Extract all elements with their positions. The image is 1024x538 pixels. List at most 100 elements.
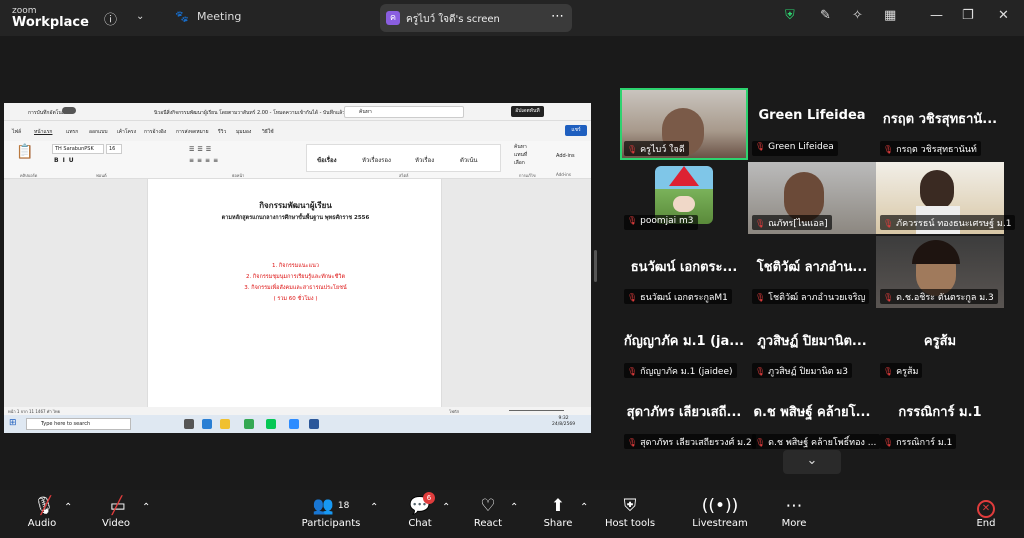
menu-tab-mailings[interactable]: การส่งจดหมาย	[176, 128, 209, 136]
explorer-icon[interactable]	[220, 419, 230, 429]
style-emphasis[interactable]: ตัวเน้น	[460, 155, 478, 165]
audio-button[interactable]: 🎙╱ Audio	[22, 494, 62, 534]
meeting-label[interactable]: Meeting	[197, 10, 241, 23]
participant-label: 🎙 ภัควรรธน์ ทองธนะเศรษฐ์ ม.1	[880, 215, 1016, 230]
menu-tab-review[interactable]: รีวิว	[218, 128, 226, 136]
view-layout-icon[interactable]: ▦	[884, 8, 896, 23]
doc-item-4: ( รวม 60 ชั่วโมง )	[273, 296, 318, 302]
word-app-icon[interactable]	[309, 419, 319, 429]
participant-display-name: โชติวัฒ์ ลาภอำน...	[756, 260, 868, 275]
close-icon[interactable]: ✕	[998, 8, 1009, 23]
line-icon[interactable]	[266, 419, 276, 429]
participant-name: ภัควรรธน์ ทองธนะเศรษฐ์ ม.1	[896, 219, 1012, 229]
chrome-icon[interactable]	[244, 419, 254, 429]
participant-name: โชติวัฒ์ ลาภอำนวยเจริญ	[768, 293, 866, 303]
participant-name: กรรณิการ์ ม.1	[896, 438, 953, 448]
paw-icon: 🐾	[175, 10, 189, 23]
select-button[interactable]: เลือก	[514, 159, 527, 167]
react-button[interactable]: ♡ React	[472, 494, 504, 534]
menu-tab-layout[interactable]: เค้าโครง	[117, 128, 136, 136]
heart-icon: ♡	[480, 496, 496, 516]
menu-tab-insert[interactable]: แทรก	[66, 128, 78, 136]
font-name-select[interactable]: TH SarabunPSK	[52, 144, 104, 154]
style-gallery[interactable]: ข้อเรื่อง หัวเรื่องรอง หัวเรื่อง ตัวเน้น	[306, 144, 501, 172]
ribbon-label-font: ฟอนต์	[96, 173, 107, 178]
word-search-box[interactable]: ค้นหา	[344, 106, 464, 118]
zoom-app-icon[interactable]	[289, 419, 299, 429]
style-heading[interactable]: หัวเรื่อง	[415, 155, 434, 165]
share-button[interactable]: ⬆ Share	[542, 494, 574, 534]
participants-options-caret[interactable]: ⌃	[370, 502, 378, 538]
security-shield-icon[interactable]: ⛨	[785, 8, 795, 23]
addins-button[interactable]: Add-ins	[556, 153, 575, 159]
doc-subheading: ตามหลักสูตรแกนกลางการศึกษาขั้นพื้นฐาน พุ…	[221, 215, 370, 221]
host-tools-button[interactable]: ⛨ Host tools	[602, 494, 658, 534]
zoom-slider[interactable]	[509, 410, 564, 411]
participant-tile[interactable]: กรรณิการ์ ม.1 🎙 กรรณิการ์ ม.1	[876, 381, 1004, 469]
end-button[interactable]: ✕ End	[970, 494, 1002, 534]
word-search-placeholder: ค้นหา	[359, 109, 372, 115]
react-label: React	[473, 518, 503, 529]
participant-name: ด.ช.อชิระ ตันตระกูล ม.3	[896, 293, 994, 303]
document-area: กิจกรรมพัฒนาผู้เรียน ตามหลักสูตรแกนกลางก…	[4, 179, 591, 407]
share-tab[interactable]: ค ครูไบว์ ใจดี's screen ⋯	[380, 4, 572, 32]
participants-button[interactable]: 👥 18 Participants	[300, 494, 362, 534]
autosave-toggle[interactable]	[62, 107, 76, 114]
menu-tab-home[interactable]: หน้าแรก	[34, 128, 52, 136]
restore-icon[interactable]: ❐	[962, 8, 974, 23]
status-focus[interactable]: โฟกัส	[449, 408, 459, 415]
annotate-icon[interactable]: ✎	[820, 8, 831, 23]
paste-icon[interactable]: 📋	[16, 144, 36, 168]
split-handle[interactable]	[594, 250, 597, 282]
menu-tab-help[interactable]: วิธีใช้	[262, 128, 274, 136]
livestream-button[interactable]: ((•)) Livestream	[692, 494, 748, 534]
video-options-caret[interactable]: ⌃	[142, 502, 150, 538]
menu-tab-view[interactable]: มุมมอง	[236, 128, 251, 136]
muted-mic-icon: 🎙	[627, 438, 638, 447]
livestream-label: Livestream	[692, 518, 748, 529]
menu-tab-file[interactable]: ไฟล์	[12, 128, 21, 136]
font-size-select[interactable]: 16	[106, 144, 122, 154]
find-button[interactable]: ค้นหา	[514, 143, 527, 151]
participant-label: 🎙 ด.ช พสิษฐ์ คล้ายโพธิ์ทอง ...	[752, 434, 881, 449]
document-page[interactable]: กิจกรรมพัฒนาผู้เรียน ตามหลักสูตรแกนกลางก…	[147, 179, 442, 407]
gallery-next-page-button[interactable]: ⌄	[783, 450, 841, 474]
taskbar-clock[interactable]: 9:32 24/8/2569	[552, 416, 575, 428]
participant-display-name: ธนวัฒน์ เอกตระ...	[630, 260, 738, 275]
taskbar-search[interactable]: Type here to search	[26, 418, 131, 430]
minimize-icon[interactable]: —	[930, 8, 943, 23]
style-title[interactable]: ข้อเรื่อง	[317, 155, 337, 165]
update-button[interactable]: อัปเดตทันที	[511, 106, 544, 117]
video-button[interactable]: ▭╱ Video	[96, 494, 136, 534]
more-button[interactable]: ⋯ More	[776, 494, 812, 534]
audio-options-caret[interactable]: ⌃	[64, 502, 72, 538]
windows-start-icon[interactable]: ⊞	[9, 418, 17, 428]
format-buttons[interactable]: BIU	[54, 157, 78, 164]
taskview-icon[interactable]	[184, 419, 194, 429]
word-ribbon: 📋 TH SarabunPSK 16 BIU ☰☰☰ ≡≡≡≡ ข้อเรื่อ…	[4, 141, 591, 179]
participant-tile[interactable]: สุดาภัทร เลียวเสถี... 🎙 สุดาภัทร เลียวเสถ…	[620, 381, 756, 469]
word-share-button[interactable]: แชร์	[565, 125, 587, 136]
style-subtitle[interactable]: หัวเรื่องรอง	[362, 155, 391, 165]
react-options-caret[interactable]: ⌃	[510, 502, 518, 538]
list-buttons-icon[interactable]: ☰☰☰	[189, 146, 214, 153]
doc-item-1: 1. กิจกรรมแนะแนว	[271, 263, 320, 269]
word-menu-bar: ไฟล์ หน้าแรก แทรก ออกแบบ เค้าโครง การอ้า…	[4, 121, 591, 141]
more-options-icon[interactable]: ⋯	[551, 9, 564, 24]
muted-mic-icon: 🎙	[755, 293, 766, 302]
end-meeting-icon: ✕	[970, 494, 1002, 518]
menu-tab-references[interactable]: การอ้างอิง	[144, 128, 166, 136]
align-buttons-icon[interactable]: ≡≡≡≡	[189, 157, 221, 164]
share-options-caret[interactable]: ⌃	[580, 502, 588, 538]
chevron-down-icon[interactable]: ⌄	[136, 11, 144, 22]
ribbon-label-editing: การแก้ไข	[519, 173, 536, 178]
menu-tab-design[interactable]: ออกแบบ	[89, 128, 108, 136]
info-icon[interactable]: ⓘ	[104, 9, 117, 28]
ai-sparkle-icon[interactable]: ✧	[852, 8, 863, 23]
participant-label: 🎙 ณภัทร[ไนแอล]	[752, 215, 832, 230]
chat-options-caret[interactable]: ⌃	[442, 502, 450, 538]
edge-icon[interactable]	[202, 419, 212, 429]
replace-button[interactable]: แทนที่	[514, 151, 527, 159]
chat-button[interactable]: 💬 6 Chat	[404, 492, 436, 534]
title-bar: zoom Workplace ⓘ ⌄ 🐾 Meeting ค ครูไบว์ ใ…	[0, 0, 1024, 36]
